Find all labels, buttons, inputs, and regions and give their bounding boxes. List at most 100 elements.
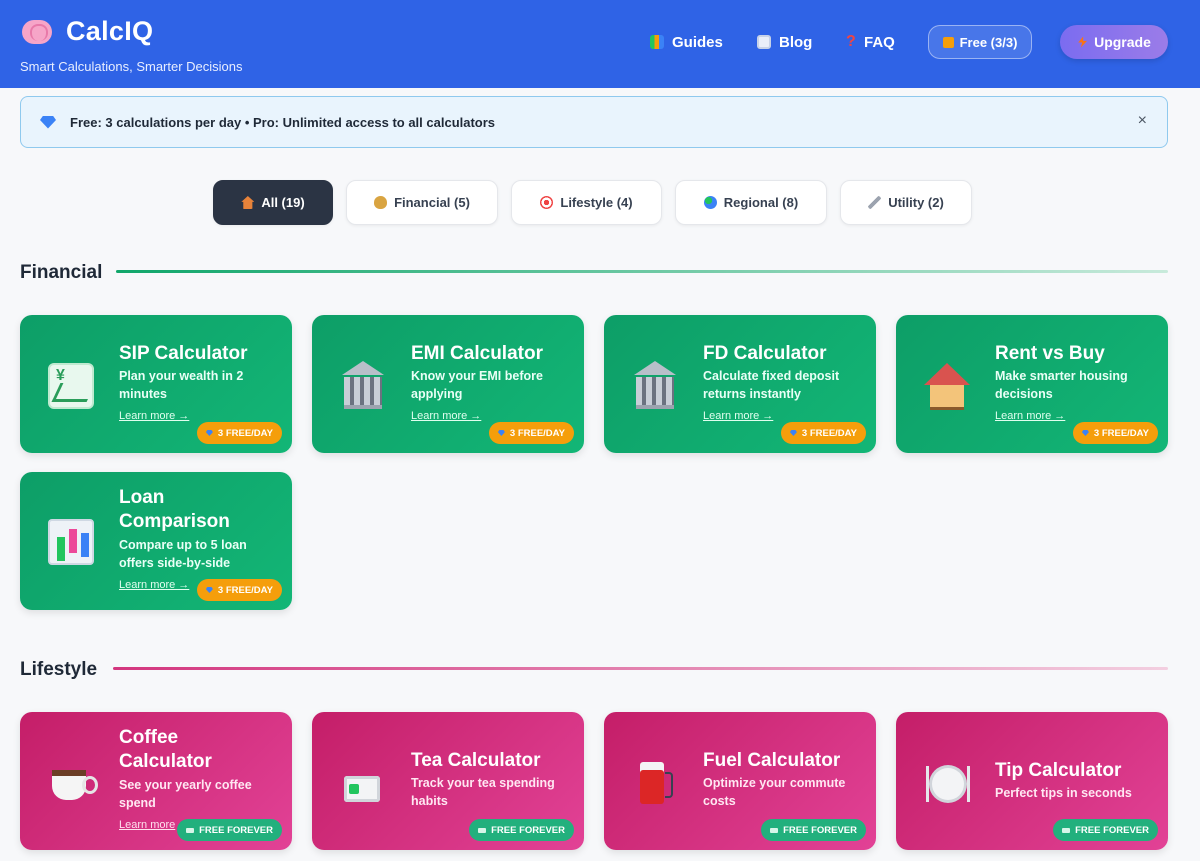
section-title-financial: Financial <box>20 262 103 283</box>
money-bag-icon <box>374 196 388 209</box>
nav-faq-label: FAQ <box>864 33 895 51</box>
card-description: Plan your wealth in 2 minutes <box>119 369 244 401</box>
free-forever-badge: FREE FOREVER <box>177 819 282 841</box>
card-icon <box>1062 827 1071 833</box>
filter-financial-label: Financial (5) <box>394 195 470 210</box>
learn-more-link[interactable]: Learn more → <box>411 410 481 422</box>
document-icon <box>757 35 771 49</box>
free-per-day-badge: 3 FREE/DAY <box>780 422 866 444</box>
badge-label: 3 FREE/DAY <box>509 427 565 439</box>
gem-icon <box>205 587 213 593</box>
top-header: CalcIQ Smart Calculations, Smarter Decis… <box>0 0 1200 88</box>
card-description: Perfect tips in seconds <box>995 786 1132 800</box>
bank-icon <box>632 361 678 409</box>
card-title: Coffee Calculator <box>119 727 212 772</box>
tagline: Smart Calculations, Smarter Decisions <box>20 59 243 74</box>
card-description: Calculate fixed deposit returns instantl… <box>703 369 840 401</box>
free-per-day-badge: 3 FREE/DAY <box>488 422 574 444</box>
card-description: Know your EMI before applying <box>411 369 543 401</box>
learn-more-link[interactable]: Learn more → <box>119 410 189 422</box>
badge-label: FREE FOREVER <box>199 824 273 836</box>
badge-label: 3 FREE/DAY <box>801 427 857 439</box>
wrench-icon <box>868 196 882 209</box>
books-icon <box>650 35 664 49</box>
calculator-card-tea[interactable]: Tea Calculator Track your tea spending h… <box>312 712 584 850</box>
gem-icon <box>1081 430 1089 436</box>
card-title: SIP Calculator <box>119 343 248 364</box>
nav-guides[interactable]: Guides <box>650 25 723 59</box>
filter-all-label: All (19) <box>261 195 305 210</box>
free-per-day-badge: 3 FREE/DAY <box>196 579 282 601</box>
nav-faq[interactable]: ? FAQ <box>846 25 895 59</box>
filter-lifestyle-label: Lifestyle (4) <box>560 195 633 210</box>
card-title: Loan Comparison <box>119 487 230 532</box>
badge-label: FREE FOREVER <box>1075 824 1149 836</box>
tea-icon <box>340 760 386 806</box>
banner-text: Free: 3 calculations per day • Pro: Unli… <box>70 114 496 130</box>
calculator-card-sip[interactable]: SIP Calculator Plan your wealth in 2 min… <box>20 315 292 453</box>
brand-name: CalcIQ <box>66 16 154 46</box>
close-icon[interactable]: × <box>1138 112 1147 130</box>
card-description: Make smarter housing decisions <box>995 369 1128 401</box>
house-icon <box>241 196 255 209</box>
calculator-card-loan-comparison[interactable]: Loan Comparison Compare up to 5 loan off… <box>20 472 292 610</box>
calculator-card-fuel[interactable]: Fuel Calculator Optimize your commute co… <box>604 712 876 850</box>
filter-financial[interactable]: Financial (5) <box>346 180 498 225</box>
learn-more-link[interactable]: Learn more <box>119 819 175 831</box>
section-divider-financial <box>116 270 1168 273</box>
bank-icon <box>340 361 386 409</box>
calculator-card-emi[interactable]: EMI Calculator Know your EMI before appl… <box>312 315 584 453</box>
calculator-card-fd[interactable]: FD Calculator Calculate fixed deposit re… <box>604 315 876 453</box>
upgrade-label: Upgrade <box>1094 34 1151 50</box>
free-per-day-badge: 3 FREE/DAY <box>196 422 282 444</box>
free-forever-badge: FREE FOREVER <box>1053 819 1158 841</box>
brain-icon <box>22 19 52 44</box>
card-title: Fuel Calculator <box>703 750 841 771</box>
card-description: See your yearly coffee spend <box>119 778 252 810</box>
filter-regional-label: Regional (8) <box>723 195 799 210</box>
bar-chart-icon <box>48 519 94 565</box>
nav-blog[interactable]: Blog <box>757 25 812 59</box>
card-description: Track your tea spending habits <box>411 776 555 808</box>
filter-lifestyle[interactable]: Lifestyle (4) <box>511 180 662 225</box>
card-title: Tip Calculator <box>995 760 1122 781</box>
house-icon <box>924 363 970 410</box>
gem-icon <box>205 430 213 436</box>
target-icon <box>540 196 554 209</box>
filter-all[interactable]: All (19) <box>213 180 333 225</box>
free-usage-pill[interactable]: Free (3/3) <box>928 25 1032 59</box>
plate-cutlery-icon <box>924 762 970 808</box>
learn-more-link[interactable]: Learn more → <box>995 410 1065 422</box>
card-icon <box>478 827 487 833</box>
lightning-icon <box>1078 36 1087 48</box>
coffee-cup-icon <box>48 760 98 806</box>
badge-label: 3 FREE/DAY <box>1093 427 1149 439</box>
upgrade-button[interactable]: Upgrade <box>1060 25 1168 59</box>
gem-icon <box>40 115 56 129</box>
nav-guides-label: Guides <box>672 33 723 51</box>
card-description: Compare up to 5 loan offers side-by-side <box>119 538 247 570</box>
free-usage-label: Free (3/3) <box>959 34 1018 50</box>
free-per-day-badge: 3 FREE/DAY <box>1072 422 1158 444</box>
learn-more-link[interactable]: Learn more → <box>119 579 189 591</box>
lock-icon <box>942 36 954 48</box>
free-forever-badge: FREE FOREVER <box>761 819 866 841</box>
section-divider-lifestyle <box>113 667 1168 670</box>
badge-label: 3 FREE/DAY <box>217 427 273 439</box>
logo[interactable]: CalcIQ <box>22 16 153 47</box>
calculator-card-coffee[interactable]: Coffee Calculator See your yearly coffee… <box>20 712 292 850</box>
learn-more-link[interactable]: Learn more → <box>703 410 773 422</box>
filter-utility[interactable]: Utility (2) <box>840 180 972 225</box>
calculator-card-rent-vs-buy[interactable]: Rent vs Buy Make smarter housing decisio… <box>896 315 1168 453</box>
badge-label: FREE FOREVER <box>783 824 857 836</box>
nav-blog-label: Blog <box>779 33 813 51</box>
card-title: Tea Calculator <box>411 750 541 771</box>
card-description: Optimize your commute costs <box>703 776 846 808</box>
question-mark-icon: ? <box>846 33 856 50</box>
badge-label: FREE FOREVER <box>491 824 565 836</box>
filter-regional[interactable]: Regional (8) <box>675 180 827 225</box>
filter-utility-label: Utility (2) <box>888 195 944 210</box>
calculator-card-tip[interactable]: Tip Calculator Perfect tips in seconds F… <box>896 712 1168 850</box>
fuel-pump-icon <box>632 760 678 806</box>
plan-info-banner: Free: 3 calculations per day • Pro: Unli… <box>20 96 1168 148</box>
